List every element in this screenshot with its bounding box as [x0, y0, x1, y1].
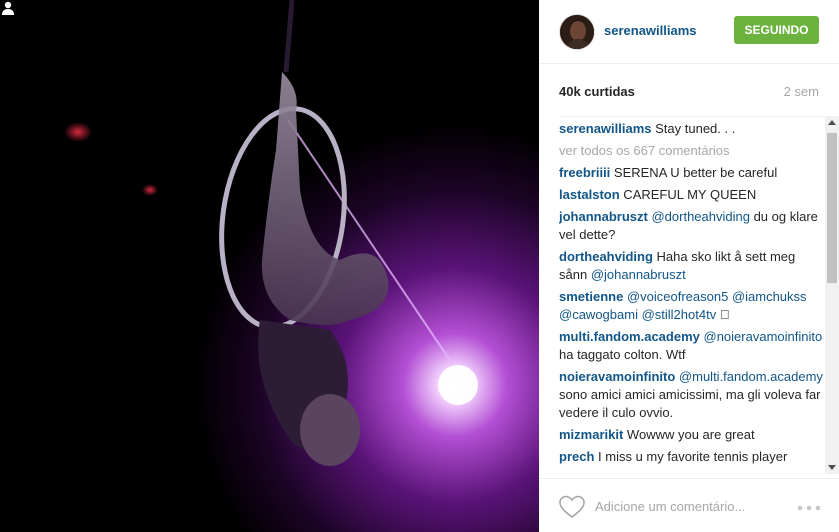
comments-scrollbar[interactable]	[825, 116, 839, 474]
comment-username[interactable]: smetienne	[559, 289, 623, 304]
comment-item: johannabruszt @dortheahviding du og klar…	[559, 208, 827, 244]
heart-icon[interactable]	[559, 495, 585, 519]
post-header: serenawilliams SEGUINDO	[539, 0, 839, 64]
scroll-up-arrow-icon[interactable]	[828, 120, 836, 125]
comment-text: ha taggato colton. Wtf	[559, 347, 686, 362]
comment-mention[interactable]: @multi.fandom.academy	[679, 369, 823, 384]
view-all-comments-link[interactable]: ver todos os 667 comentários	[559, 142, 827, 160]
comment-item: noieravamoinfinito @multi.fandom.academy…	[559, 368, 827, 422]
following-button[interactable]: SEGUINDO	[734, 16, 819, 44]
comment-username[interactable]: prech	[559, 449, 594, 464]
comment-text: 🏾	[716, 307, 730, 322]
caption: serenawilliams Stay tuned. . .	[559, 120, 827, 138]
comment-text: CAREFUL MY QUEEN	[619, 187, 757, 202]
avatar-image	[560, 15, 594, 49]
caption-username[interactable]: serenawilliams	[559, 121, 652, 136]
comment-item: lastalston CAREFUL MY QUEEN	[559, 186, 827, 204]
comment-text: Wowww you are great	[623, 427, 755, 442]
post-meta: 40k curtidas 2 sem	[559, 84, 819, 100]
comment-mention[interactable]: @cawogbami	[559, 307, 638, 322]
tagged-user-icon[interactable]	[0, 0, 16, 16]
photo-image	[0, 0, 539, 532]
comment-item: smetienne @voiceofreason5 @iamchukss @ca…	[559, 288, 827, 324]
comment-text: SERENA U better be careful	[610, 165, 778, 180]
comment-item: mizmarikit Wowww you are great	[559, 426, 827, 444]
comment-item: multi.fandom.academy @noieravamoinfinito…	[559, 328, 827, 364]
comments-list[interactable]: serenawilliams Stay tuned. . . ver todos…	[559, 116, 827, 470]
comment-item: freebriiii SERENA U better be careful	[559, 164, 827, 182]
comment-username[interactable]: johannabruszt	[559, 209, 648, 224]
post-time[interactable]: 2 sem	[784, 84, 819, 99]
comment-text: I miss u my favorite tennis player	[594, 449, 788, 464]
comment-text: sono amici amici amicissimi, ma gli vole…	[559, 387, 821, 420]
comment-mention[interactable]: @johannabruszt	[591, 267, 686, 282]
comment-username[interactable]: lastalston	[559, 187, 620, 202]
avatar[interactable]	[559, 14, 595, 50]
comment-username[interactable]: dortheahviding	[559, 249, 653, 264]
likes-count[interactable]: 40k curtidas	[559, 84, 635, 99]
comment-username[interactable]: freebriiii	[559, 165, 610, 180]
post-photo[interactable]	[0, 0, 539, 532]
comment-mention[interactable]: @still2hot4tv	[642, 307, 717, 322]
comment-input[interactable]	[595, 496, 785, 516]
comment-mention[interactable]: @noieravamoinfinito	[704, 329, 823, 344]
post-footer	[539, 478, 839, 532]
comment-item: prech I miss u my favorite tennis player	[559, 448, 827, 466]
post-username[interactable]: serenawilliams	[604, 23, 697, 38]
more-options-icon[interactable]	[797, 505, 821, 511]
comment-mention[interactable]: @voiceofreason5	[627, 289, 728, 304]
caption-text: Stay tuned. . .	[655, 121, 736, 136]
post-side-panel: serenawilliams SEGUINDO 40k curtidas 2 s…	[539, 0, 839, 532]
comment-username[interactable]: multi.fandom.academy	[559, 329, 700, 344]
comment-username[interactable]: noieravamoinfinito	[559, 369, 675, 384]
comment-mention[interactable]: @iamchukss	[732, 289, 807, 304]
comment-item: dortheahviding Haha sko likt å sett meg …	[559, 248, 827, 284]
scroll-down-arrow-icon[interactable]	[828, 465, 836, 470]
comment-username[interactable]: mizmarikit	[559, 427, 623, 442]
comment-mention[interactable]: @dortheahviding	[651, 209, 749, 224]
scrollbar-thumb[interactable]	[827, 133, 837, 283]
